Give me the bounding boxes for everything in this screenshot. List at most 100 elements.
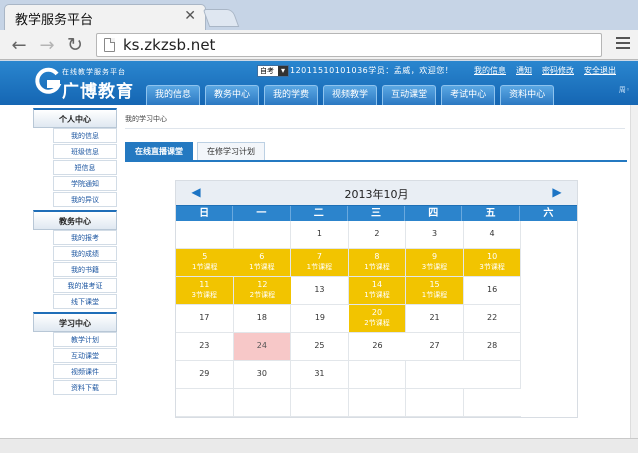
sidebar-item-objections[interactable]: 我的异议 (53, 192, 117, 207)
day-number: 3 (431, 229, 438, 238)
weekday-wed: 三 (348, 206, 406, 221)
top-links: 我的信息 通知 密码修改 安全退出 (474, 65, 626, 76)
sidebar-item-admission-ticket[interactable]: 我的准考证 (53, 278, 117, 293)
class-count-label: 3节课程 (479, 263, 505, 271)
browser-tab[interactable]: 教学服务平台 ✕ (4, 4, 206, 30)
calendar-empty-cell (233, 221, 292, 249)
divider (125, 128, 625, 129)
weekday-thu: 四 (405, 206, 463, 221)
sidebar: 个人中心 我的信息 班级信息 短信息 学院通知 我的异议 教务中心 我的报考 我… (33, 105, 117, 396)
link-my-info[interactable]: 我的信息 (474, 66, 506, 75)
sidebar-section-study: 学习中心 (33, 312, 117, 332)
nav-tab-interactive[interactable]: 互动课堂 (382, 85, 437, 105)
calendar-day: 28 (463, 333, 522, 361)
sidebar-item-notices[interactable]: 学院通知 (53, 176, 117, 191)
link-change-password[interactable]: 密码修改 (542, 66, 574, 75)
weekday-sun: 日 (176, 206, 234, 221)
calendar-day[interactable]: 7 1节课程 (291, 249, 349, 277)
day-number: 29 (199, 369, 210, 378)
calendar-day[interactable]: 10 3节课程 (463, 249, 522, 277)
reload-icon[interactable]: ↻ (64, 34, 86, 56)
day-number: 20 (371, 308, 383, 317)
link-logout[interactable]: 安全退出 (584, 66, 616, 75)
nav-tab-tuition[interactable]: 我的学费 (264, 85, 319, 105)
class-count-label: 2节课程 (249, 291, 276, 299)
status-bar (0, 438, 638, 453)
sidebar-section-personal: 个人中心 (33, 108, 117, 128)
calendar-day[interactable]: 11 3节课程 (176, 277, 234, 305)
calendar-day[interactable]: 9 3节课程 (406, 249, 464, 277)
day-number: 14 (371, 280, 383, 289)
day-number: 6 (259, 252, 265, 261)
page-icon (104, 38, 115, 52)
sidebar-item-downloads[interactable]: 资料下载 (53, 380, 117, 395)
logo-g-icon (35, 67, 62, 94)
next-month-arrow-icon[interactable]: ▶ (549, 184, 565, 200)
sidebar-item-registration[interactable]: 我的报考 (53, 230, 117, 245)
nav-tab-video[interactable]: 视频教学 (323, 85, 378, 105)
main-nav: 我的信息 教务中心 我的学费 视频教学 互动课堂 考试中心 资料中心 (146, 85, 559, 105)
tab-live-classroom[interactable]: 在线直播课堂 (125, 142, 193, 160)
tab-study-plan[interactable]: 在修学习计划 (197, 142, 265, 160)
day-number: 15 (429, 280, 440, 289)
link-notice[interactable]: 通知 (516, 66, 532, 75)
day-number: 10 (487, 252, 498, 261)
calendar-day: 19 (291, 305, 349, 333)
browser-toolbar: ← → ↻ ks.zkzsb.net (0, 30, 638, 60)
class-count-label: 1节课程 (364, 263, 390, 271)
calendar-day: 1 (291, 221, 349, 249)
calendar-empty-cell (463, 361, 522, 389)
day-number: 26 (372, 341, 383, 350)
sidebar-item-interactive-class[interactable]: 互动课堂 (53, 348, 117, 363)
calendar-empty-cell (233, 389, 292, 417)
menu-icon[interactable] (616, 37, 630, 51)
calendar-day[interactable]: 6 1节课程 (233, 249, 292, 277)
calendar-empty-cell (176, 389, 234, 417)
weekday-fri: 五 (462, 206, 520, 221)
calendar-day: 25 (291, 333, 349, 361)
back-arrow-icon[interactable]: ← (8, 34, 30, 56)
exam-type-select[interactable]: 自考 (257, 65, 289, 77)
weekday-tue: 二 (291, 206, 348, 221)
address-bar[interactable]: ks.zkzsb.net (96, 33, 602, 57)
nav-tab-materials[interactable]: 资料中心 (500, 85, 555, 105)
sidebar-item-grades[interactable]: 我的成绩 (53, 246, 117, 261)
calendar-day[interactable]: 15 1节课程 (406, 277, 464, 305)
calendar-header: ◀ 2013年10月 ▶ (176, 181, 577, 205)
sidebar-item-offline-class[interactable]: 线下课堂 (53, 294, 117, 309)
nav-tab-my-info[interactable]: 我的信息 (146, 85, 201, 105)
sidebar-item-books[interactable]: 我的书籍 (53, 262, 117, 277)
calendar-empty-cell (406, 361, 464, 389)
sidebar-item-teaching-plan[interactable]: 教学计划 (53, 332, 117, 347)
page-scrollbar[interactable] (630, 105, 638, 438)
day-number: 18 (256, 313, 267, 322)
nav-tab-exam[interactable]: 考试中心 (441, 85, 496, 105)
day-number: 2 (374, 229, 380, 238)
calendar-day: 24 (233, 333, 292, 361)
tab-underline (125, 160, 627, 162)
close-icon[interactable]: ✕ (184, 8, 196, 24)
sidebar-item-class-info[interactable]: 班级信息 (53, 144, 117, 159)
sidebar-item-video-courseware[interactable]: 视频课件 (53, 364, 117, 379)
calendar-empty-cell (348, 389, 407, 417)
sidebar-item-my-info[interactable]: 我的信息 (53, 128, 117, 143)
calendar-day: 30 (233, 361, 292, 389)
breadcrumb: 我的学习中心 (125, 115, 167, 123)
nav-tab-academic[interactable]: 教务中心 (205, 85, 260, 105)
calendar-day[interactable]: 5 1节课程 (176, 249, 234, 277)
calendar-day: 23 (176, 333, 234, 361)
calendar-day[interactable]: 14 1节课程 (348, 277, 407, 305)
day-number: 17 (199, 313, 210, 322)
calendar-day[interactable]: 8 1节课程 (348, 249, 407, 277)
day-number: 22 (487, 313, 498, 322)
calendar-day: 29 (176, 361, 234, 389)
calendar-day[interactable]: 20 2节课程 (348, 305, 407, 333)
day-number: 23 (199, 341, 210, 350)
new-tab-button[interactable] (202, 9, 240, 27)
calendar-day: 3 (406, 221, 464, 249)
forward-arrow-icon[interactable]: → (36, 34, 58, 56)
calendar-day[interactable]: 12 2节课程 (233, 277, 292, 305)
day-number: 5 (202, 252, 208, 261)
day-number: 4 (489, 229, 495, 238)
sidebar-item-messages[interactable]: 短信息 (53, 160, 117, 175)
